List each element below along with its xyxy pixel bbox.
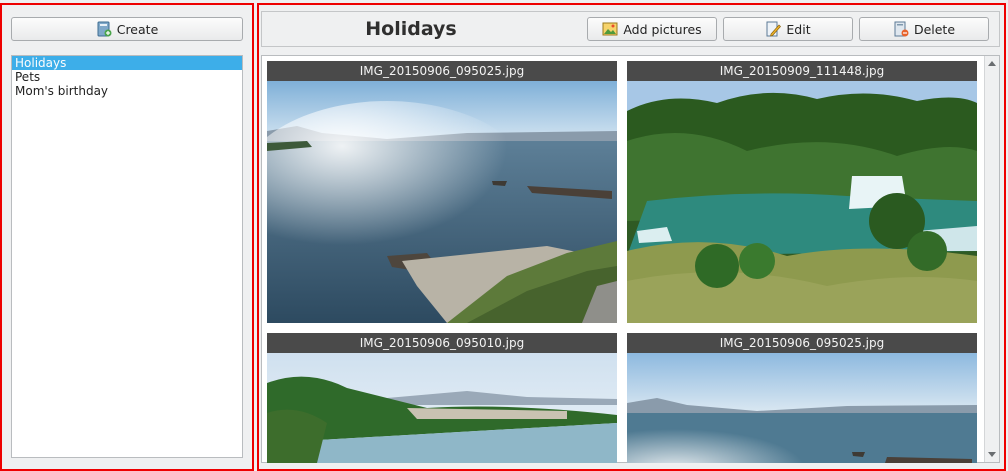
delete-label: Delete xyxy=(913,21,956,37)
edit-label: Edit xyxy=(786,21,811,37)
photo-image xyxy=(267,81,617,323)
album-item-holidays[interactable]: Holidays xyxy=(12,56,242,70)
photo-image xyxy=(627,353,977,463)
add-pictures-button[interactable]: Add pictures xyxy=(587,17,717,41)
photo-tile[interactable]: IMG_20150906_095025.jpg xyxy=(267,61,617,323)
album-item-moms-birthday[interactable]: Mom's birthday xyxy=(12,84,242,98)
delete-album-button[interactable]: Delete xyxy=(859,17,989,41)
edit-album-button[interactable]: Edit xyxy=(723,17,853,41)
delete-document-icon xyxy=(893,21,909,37)
photo-image xyxy=(627,81,977,323)
photo-tile[interactable]: IMG_20150906_095010.jpg xyxy=(267,333,617,463)
photo-grid-scrollbar[interactable] xyxy=(984,56,999,462)
add-pictures-label: Add pictures xyxy=(623,21,702,37)
photo-image xyxy=(267,353,617,463)
photo-filename: IMG_20150906_095010.jpg xyxy=(267,333,617,353)
album-item-pets[interactable]: Pets xyxy=(12,70,242,84)
create-button-label: Create xyxy=(116,21,159,37)
photo-filename: IMG_20150906_095025.jpg xyxy=(267,61,617,81)
add-image-icon xyxy=(602,21,618,37)
album-add-icon xyxy=(96,21,112,37)
photo-filename: IMG_20150909_111448.jpg xyxy=(627,61,977,81)
photo-tile[interactable]: IMG_20150906_095025.jpg xyxy=(627,333,977,463)
edit-document-icon xyxy=(765,21,782,37)
photo-filename: IMG_20150906_095025.jpg xyxy=(627,333,977,353)
create-album-button[interactable]: Create xyxy=(11,17,243,41)
album-list[interactable]: Holidays Pets Mom's birthday xyxy=(11,55,243,458)
scroll-up-arrow-icon[interactable] xyxy=(988,61,996,66)
album-title: Holidays xyxy=(365,18,457,40)
photo-tile[interactable]: IMG_20150909_111448.jpg xyxy=(627,61,977,323)
scroll-down-arrow-icon[interactable] xyxy=(988,452,996,457)
